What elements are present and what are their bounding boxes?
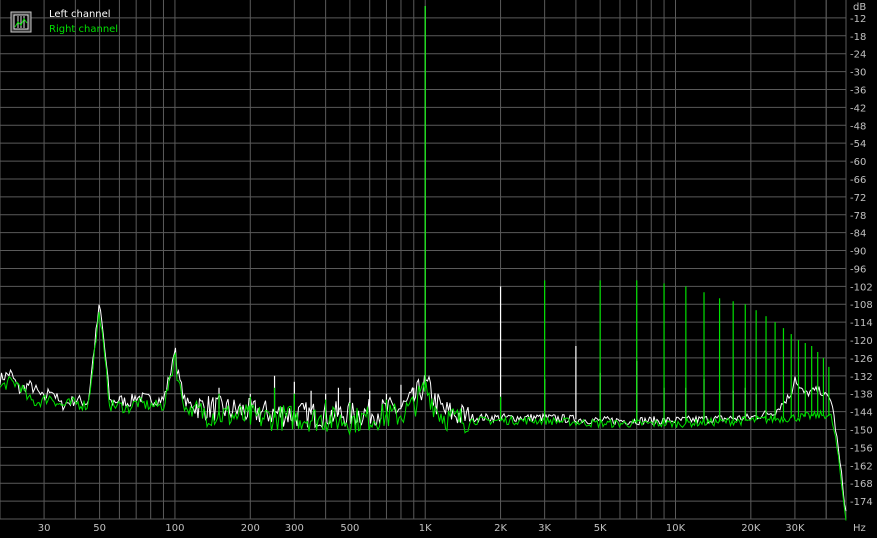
legend-item-left-channel: Left channel: [49, 9, 111, 20]
x-tick-label: 100: [165, 523, 184, 534]
y-tick-label: -96: [850, 264, 866, 275]
x-tick-label: 30K: [785, 523, 805, 534]
x-tick-label: 300: [285, 523, 304, 534]
y-tick-label: -90: [850, 247, 866, 258]
x-tick-label: 20K: [741, 523, 761, 534]
y-tick-label: -138: [850, 390, 873, 401]
y-tick-label: -126: [850, 354, 873, 365]
spectrum-chart: -12 -18 -24 -30 -36 -42 -48 -54 -60 -66 -72 -78 -84 -…: [0, 0, 877, 538]
y-tick-label: -102: [850, 282, 873, 293]
x-tick-label: 10K: [666, 523, 686, 534]
y-tick-label: -120: [850, 336, 873, 347]
y-tick-label: -66: [850, 175, 866, 186]
y-tick-label: -162: [850, 461, 873, 472]
spectrum-analyzer-window: -12 -18 -24 -30 -36 -42 -48 -54 -60 -66 -72 -78 -84 -…: [0, 0, 877, 538]
y-tick-label: -156: [850, 443, 873, 454]
y-tick-label: -78: [850, 211, 866, 222]
x-tick-label: 2K: [494, 523, 507, 534]
x-tick-label: 1K: [419, 523, 432, 534]
x-tick-label: 200: [241, 523, 260, 534]
chart-background: [0, 0, 877, 538]
y-tick-label: -174: [850, 497, 873, 508]
y-axis-unit: dB: [853, 2, 866, 13]
legend-item-right-channel: Right channel: [49, 24, 118, 35]
y-tick-label: -24: [850, 50, 866, 61]
y-tick-label: -60: [850, 157, 866, 168]
x-axis-unit: Hz: [853, 523, 866, 534]
x-tick-label: 50: [93, 523, 106, 534]
y-tick-label: -150: [850, 426, 873, 437]
x-tick-label: 30: [38, 523, 51, 534]
x-tick-label: 3K: [538, 523, 551, 534]
x-tick-label: 5K: [594, 523, 607, 534]
y-tick-label: -12: [850, 14, 866, 25]
y-tick-label: -72: [850, 193, 866, 204]
y-tick-label: -114: [850, 318, 873, 329]
y-tick-label: -84: [850, 229, 866, 240]
y-tick-label: -18: [850, 32, 866, 43]
y-tick-label: -36: [850, 85, 866, 96]
y-tick-label: -144: [850, 408, 873, 419]
y-tick-label: -108: [850, 300, 873, 311]
y-tick-label: -30: [850, 68, 866, 79]
y-tick-label: -42: [850, 103, 866, 114]
y-tick-label: -54: [850, 139, 866, 150]
x-tick-label: 500: [340, 523, 359, 534]
y-tick-label: -132: [850, 372, 873, 383]
legend-icon[interactable]: [10, 11, 32, 33]
y-tick-label: -168: [850, 479, 873, 490]
y-tick-label: -48: [850, 121, 866, 132]
